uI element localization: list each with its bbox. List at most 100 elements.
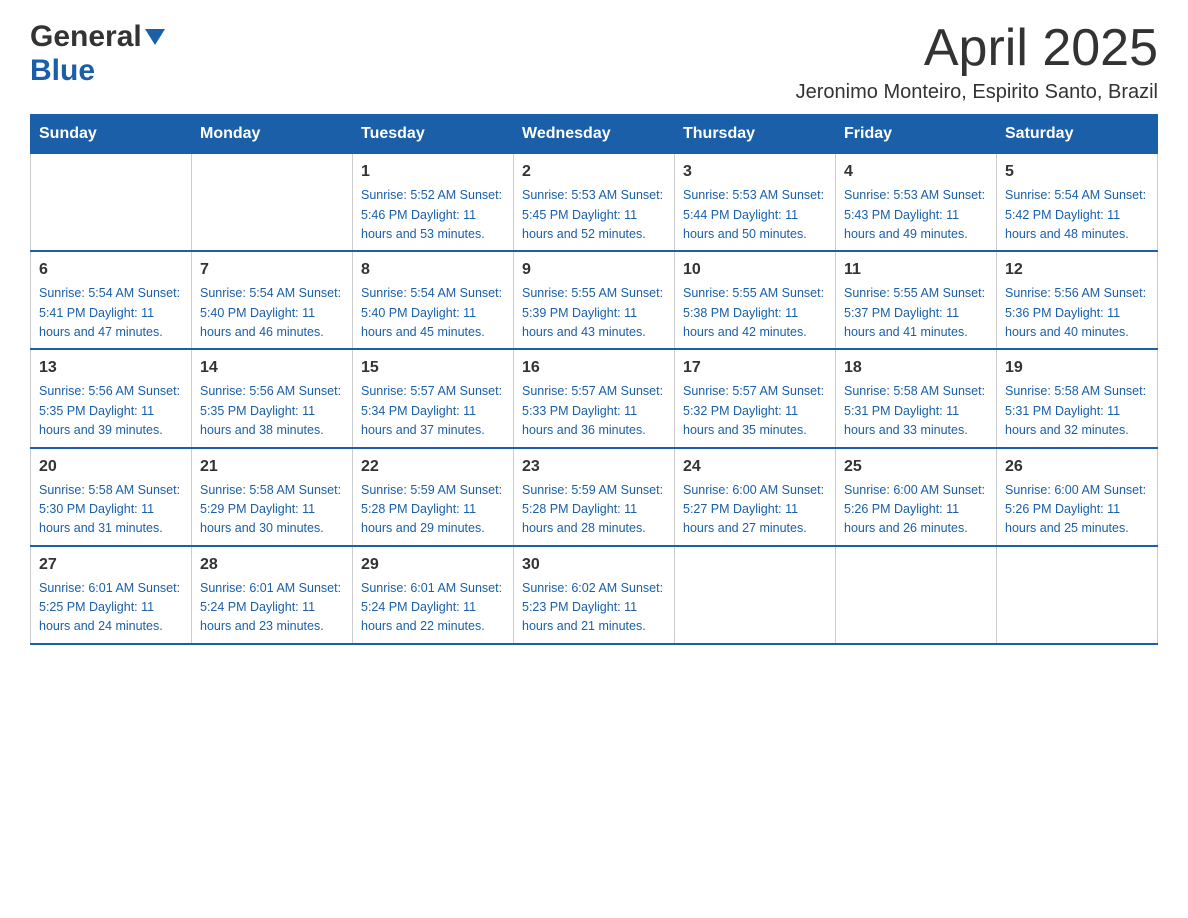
calendar-header-row: SundayMondayTuesdayWednesdayThursdayFrid… bbox=[31, 115, 1158, 154]
day-number: 29 bbox=[361, 553, 505, 577]
day-info: Sunrise: 6:00 AM Sunset: 5:27 PM Dayligh… bbox=[683, 481, 827, 539]
calendar-day-cell bbox=[675, 546, 836, 644]
calendar-day-cell: 22Sunrise: 5:59 AM Sunset: 5:28 PM Dayli… bbox=[353, 448, 514, 546]
calendar-day-cell: 1Sunrise: 5:52 AM Sunset: 5:46 PM Daylig… bbox=[353, 154, 514, 252]
day-number: 25 bbox=[844, 455, 988, 479]
day-number: 10 bbox=[683, 258, 827, 282]
calendar-day-cell: 7Sunrise: 5:54 AM Sunset: 5:40 PM Daylig… bbox=[192, 251, 353, 349]
day-number: 6 bbox=[39, 258, 183, 282]
day-number: 30 bbox=[522, 553, 666, 577]
calendar-day-cell: 21Sunrise: 5:58 AM Sunset: 5:29 PM Dayli… bbox=[192, 448, 353, 546]
calendar-day-cell: 27Sunrise: 6:01 AM Sunset: 5:25 PM Dayli… bbox=[31, 546, 192, 644]
calendar-week-row: 1Sunrise: 5:52 AM Sunset: 5:46 PM Daylig… bbox=[31, 154, 1158, 252]
day-info: Sunrise: 5:53 AM Sunset: 5:45 PM Dayligh… bbox=[522, 186, 666, 244]
day-number: 11 bbox=[844, 258, 988, 282]
calendar-week-row: 6Sunrise: 5:54 AM Sunset: 5:41 PM Daylig… bbox=[31, 251, 1158, 349]
calendar-day-cell: 16Sunrise: 5:57 AM Sunset: 5:33 PM Dayli… bbox=[514, 349, 675, 447]
calendar-day-cell: 10Sunrise: 5:55 AM Sunset: 5:38 PM Dayli… bbox=[675, 251, 836, 349]
day-info: Sunrise: 5:57 AM Sunset: 5:33 PM Dayligh… bbox=[522, 382, 666, 440]
calendar-day-cell: 15Sunrise: 5:57 AM Sunset: 5:34 PM Dayli… bbox=[353, 349, 514, 447]
day-number: 7 bbox=[200, 258, 344, 282]
calendar-day-cell: 18Sunrise: 5:58 AM Sunset: 5:31 PM Dayli… bbox=[836, 349, 997, 447]
calendar-day-cell: 20Sunrise: 5:58 AM Sunset: 5:30 PM Dayli… bbox=[31, 448, 192, 546]
calendar-day-cell: 17Sunrise: 5:57 AM Sunset: 5:32 PM Dayli… bbox=[675, 349, 836, 447]
day-number: 17 bbox=[683, 356, 827, 380]
day-number: 24 bbox=[683, 455, 827, 479]
day-info: Sunrise: 5:52 AM Sunset: 5:46 PM Dayligh… bbox=[361, 186, 505, 244]
day-info: Sunrise: 5:53 AM Sunset: 5:44 PM Dayligh… bbox=[683, 186, 827, 244]
day-number: 3 bbox=[683, 160, 827, 184]
day-info: Sunrise: 6:00 AM Sunset: 5:26 PM Dayligh… bbox=[1005, 481, 1149, 539]
day-info: Sunrise: 5:58 AM Sunset: 5:31 PM Dayligh… bbox=[1005, 382, 1149, 440]
day-number: 15 bbox=[361, 356, 505, 380]
calendar-day-cell: 24Sunrise: 6:00 AM Sunset: 5:27 PM Dayli… bbox=[675, 448, 836, 546]
calendar-day-cell: 11Sunrise: 5:55 AM Sunset: 5:37 PM Dayli… bbox=[836, 251, 997, 349]
calendar-day-cell: 6Sunrise: 5:54 AM Sunset: 5:41 PM Daylig… bbox=[31, 251, 192, 349]
day-number: 5 bbox=[1005, 160, 1149, 184]
calendar-day-cell: 2Sunrise: 5:53 AM Sunset: 5:45 PM Daylig… bbox=[514, 154, 675, 252]
month-year-title: April 2025 bbox=[796, 20, 1158, 77]
day-info: Sunrise: 5:58 AM Sunset: 5:29 PM Dayligh… bbox=[200, 481, 344, 539]
day-info: Sunrise: 5:56 AM Sunset: 5:35 PM Dayligh… bbox=[39, 382, 183, 440]
calendar-day-cell bbox=[836, 546, 997, 644]
calendar-header-friday: Friday bbox=[836, 115, 997, 154]
day-number: 23 bbox=[522, 455, 666, 479]
day-info: Sunrise: 5:58 AM Sunset: 5:30 PM Dayligh… bbox=[39, 481, 183, 539]
day-info: Sunrise: 5:54 AM Sunset: 5:41 PM Dayligh… bbox=[39, 284, 183, 342]
day-number: 13 bbox=[39, 356, 183, 380]
calendar-day-cell: 12Sunrise: 5:56 AM Sunset: 5:36 PM Dayli… bbox=[997, 251, 1158, 349]
day-number: 26 bbox=[1005, 455, 1149, 479]
location-subtitle: Jeronimo Monteiro, Espirito Santo, Brazi… bbox=[796, 81, 1158, 104]
calendar-day-cell: 14Sunrise: 5:56 AM Sunset: 5:35 PM Dayli… bbox=[192, 349, 353, 447]
calendar-day-cell: 30Sunrise: 6:02 AM Sunset: 5:23 PM Dayli… bbox=[514, 546, 675, 644]
day-info: Sunrise: 5:59 AM Sunset: 5:28 PM Dayligh… bbox=[522, 481, 666, 539]
day-info: Sunrise: 5:53 AM Sunset: 5:43 PM Dayligh… bbox=[844, 186, 988, 244]
calendar-day-cell: 19Sunrise: 5:58 AM Sunset: 5:31 PM Dayli… bbox=[997, 349, 1158, 447]
title-block: April 2025 Jeronimo Monteiro, Espirito S… bbox=[796, 20, 1158, 104]
calendar-header-wednesday: Wednesday bbox=[514, 115, 675, 154]
calendar-header-thursday: Thursday bbox=[675, 115, 836, 154]
calendar-day-cell: 28Sunrise: 6:01 AM Sunset: 5:24 PM Dayli… bbox=[192, 546, 353, 644]
day-info: Sunrise: 6:00 AM Sunset: 5:26 PM Dayligh… bbox=[844, 481, 988, 539]
logo-general-text: General bbox=[30, 20, 142, 54]
calendar-day-cell bbox=[192, 154, 353, 252]
day-info: Sunrise: 5:55 AM Sunset: 5:38 PM Dayligh… bbox=[683, 284, 827, 342]
day-info: Sunrise: 6:01 AM Sunset: 5:25 PM Dayligh… bbox=[39, 579, 183, 637]
day-info: Sunrise: 5:57 AM Sunset: 5:32 PM Dayligh… bbox=[683, 382, 827, 440]
day-number: 9 bbox=[522, 258, 666, 282]
day-number: 16 bbox=[522, 356, 666, 380]
calendar-header-monday: Monday bbox=[192, 115, 353, 154]
calendar-day-cell: 25Sunrise: 6:00 AM Sunset: 5:26 PM Dayli… bbox=[836, 448, 997, 546]
calendar-header-saturday: Saturday bbox=[997, 115, 1158, 154]
day-info: Sunrise: 5:56 AM Sunset: 5:35 PM Dayligh… bbox=[200, 382, 344, 440]
calendar-day-cell: 23Sunrise: 5:59 AM Sunset: 5:28 PM Dayli… bbox=[514, 448, 675, 546]
day-info: Sunrise: 5:57 AM Sunset: 5:34 PM Dayligh… bbox=[361, 382, 505, 440]
calendar-day-cell: 4Sunrise: 5:53 AM Sunset: 5:43 PM Daylig… bbox=[836, 154, 997, 252]
day-number: 18 bbox=[844, 356, 988, 380]
calendar-table: SundayMondayTuesdayWednesdayThursdayFrid… bbox=[30, 114, 1158, 645]
day-number: 14 bbox=[200, 356, 344, 380]
calendar-week-row: 27Sunrise: 6:01 AM Sunset: 5:25 PM Dayli… bbox=[31, 546, 1158, 644]
calendar-header-tuesday: Tuesday bbox=[353, 115, 514, 154]
calendar-day-cell: 26Sunrise: 6:00 AM Sunset: 5:26 PM Dayli… bbox=[997, 448, 1158, 546]
day-number: 8 bbox=[361, 258, 505, 282]
day-info: Sunrise: 5:55 AM Sunset: 5:37 PM Dayligh… bbox=[844, 284, 988, 342]
calendar-day-cell bbox=[997, 546, 1158, 644]
calendar-day-cell: 13Sunrise: 5:56 AM Sunset: 5:35 PM Dayli… bbox=[31, 349, 192, 447]
day-number: 28 bbox=[200, 553, 344, 577]
day-number: 20 bbox=[39, 455, 183, 479]
day-info: Sunrise: 5:56 AM Sunset: 5:36 PM Dayligh… bbox=[1005, 284, 1149, 342]
logo: General Blue bbox=[30, 20, 165, 88]
day-info: Sunrise: 6:01 AM Sunset: 5:24 PM Dayligh… bbox=[361, 579, 505, 637]
day-info: Sunrise: 5:54 AM Sunset: 5:42 PM Dayligh… bbox=[1005, 186, 1149, 244]
calendar-day-cell: 5Sunrise: 5:54 AM Sunset: 5:42 PM Daylig… bbox=[997, 154, 1158, 252]
calendar-day-cell: 9Sunrise: 5:55 AM Sunset: 5:39 PM Daylig… bbox=[514, 251, 675, 349]
calendar-day-cell: 3Sunrise: 5:53 AM Sunset: 5:44 PM Daylig… bbox=[675, 154, 836, 252]
day-info: Sunrise: 5:59 AM Sunset: 5:28 PM Dayligh… bbox=[361, 481, 505, 539]
calendar-day-cell: 8Sunrise: 5:54 AM Sunset: 5:40 PM Daylig… bbox=[353, 251, 514, 349]
day-info: Sunrise: 5:58 AM Sunset: 5:31 PM Dayligh… bbox=[844, 382, 988, 440]
day-number: 1 bbox=[361, 160, 505, 184]
logo-arrow-icon bbox=[145, 29, 165, 45]
logo-blue-text: Blue bbox=[30, 54, 95, 88]
day-info: Sunrise: 6:02 AM Sunset: 5:23 PM Dayligh… bbox=[522, 579, 666, 637]
